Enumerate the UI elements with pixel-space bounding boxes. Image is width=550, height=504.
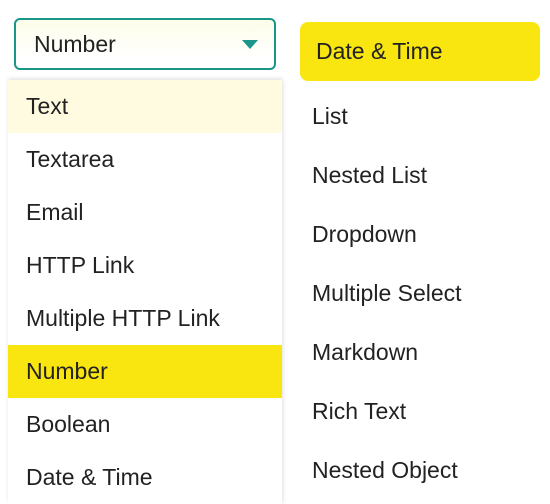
option-item[interactable]: List: [290, 87, 550, 146]
option-item[interactable]: HTTP Link: [8, 239, 282, 292]
option-item[interactable]: Rich Text: [290, 382, 550, 441]
type-options-list: TextTextareaEmailHTTP LinkMultiple HTTP …: [8, 80, 282, 504]
option-item[interactable]: Markdown: [290, 323, 550, 382]
option-item[interactable]: Email: [8, 186, 282, 239]
option-item[interactable]: Date & Time: [300, 22, 540, 81]
option-item[interactable]: Date & Time: [8, 451, 282, 504]
option-item[interactable]: Nested List: [290, 146, 550, 205]
chevron-down-icon: [242, 40, 258, 49]
option-item[interactable]: Nested Object: [290, 441, 550, 500]
option-item[interactable]: Text: [8, 80, 282, 133]
option-item[interactable]: Multiple HTTP Link: [8, 292, 282, 345]
left-panel: Number TextTextareaEmailHTTP LinkMultipl…: [0, 0, 290, 500]
option-item[interactable]: Textarea: [8, 133, 282, 186]
option-item[interactable]: Multiple Select: [290, 264, 550, 323]
type-options-list-continued: Date & Time ListNested ListDropdownMultip…: [290, 22, 550, 500]
right-panel: Date & Time ListNested ListDropdownMultip…: [290, 0, 550, 500]
type-select-current: Number: [34, 31, 116, 58]
option-item[interactable]: Number: [8, 345, 282, 398]
option-item[interactable]: Dropdown: [290, 205, 550, 264]
type-select-trigger[interactable]: Number: [14, 18, 276, 70]
option-item[interactable]: Boolean: [8, 398, 282, 451]
